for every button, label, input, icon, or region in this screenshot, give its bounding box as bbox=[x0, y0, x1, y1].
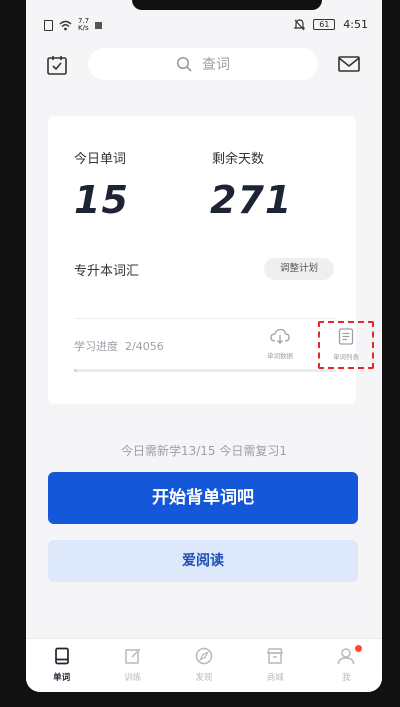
notification-icon bbox=[95, 21, 103, 29]
user-icon bbox=[338, 648, 355, 665]
mail-icon[interactable] bbox=[338, 55, 360, 73]
bottom-nav: 单词 训练 发现 商城 我 bbox=[26, 638, 382, 692]
book-icon bbox=[54, 647, 69, 665]
nav-item-discover[interactable]: 发现 bbox=[168, 639, 239, 692]
camera-notch bbox=[132, 0, 322, 10]
nav-label-shop: 商城 bbox=[266, 673, 284, 683]
shop-icon bbox=[267, 648, 284, 664]
cloud-download-icon bbox=[270, 328, 290, 344]
highlight-box bbox=[318, 321, 374, 369]
clock: 4:51 bbox=[343, 18, 368, 31]
adjust-plan-button[interactable]: 调整计划 bbox=[264, 258, 334, 280]
search-input[interactable]: 查词 bbox=[88, 48, 318, 80]
calendar-check-icon[interactable] bbox=[46, 54, 68, 76]
search-placeholder: 查词 bbox=[202, 57, 230, 73]
nav-item-shop[interactable]: 商城 bbox=[240, 639, 311, 692]
days-left-label: 剩余天数 bbox=[212, 152, 265, 167]
top-bar: 查词 bbox=[26, 46, 382, 82]
phone-frame: 7.7 K/s 61 4:51 查词 今日单词 15 剩余天数 271 专升本词… bbox=[0, 0, 400, 707]
nav-item-train[interactable]: 训练 bbox=[97, 639, 168, 692]
compass-icon bbox=[195, 647, 213, 665]
status-bar: 7.7 K/s 61 4:51 bbox=[26, 14, 382, 38]
word-data-button[interactable]: 单词数据 bbox=[260, 328, 300, 360]
nav-label-discover: 发现 bbox=[195, 673, 213, 683]
nav-item-words[interactable]: 单词 bbox=[26, 639, 97, 692]
progress-bar-fill bbox=[74, 369, 77, 372]
battery-indicator: 61 bbox=[313, 19, 336, 30]
today-words-label: 今日单词 bbox=[74, 152, 127, 167]
search-icon bbox=[176, 56, 192, 72]
days-left-value: 271 bbox=[210, 178, 293, 222]
notification-badge bbox=[354, 645, 362, 652]
today-summary: 今日需新学13/15 今日需复习1 bbox=[120, 444, 288, 458]
network-speed: 7.7 K/s bbox=[78, 17, 90, 32]
progress-bar bbox=[74, 369, 336, 372]
app-screen: 7.7 K/s 61 4:51 查词 今日单词 15 剩余天数 271 专升本词… bbox=[26, 0, 382, 692]
study-plan-card: 今日单词 15 剩余天数 271 专升本词汇 调整计划 学习进度 2/4056 … bbox=[48, 116, 374, 404]
wifi-icon bbox=[59, 20, 72, 30]
sim-card-icon bbox=[44, 19, 53, 31]
today-words-value: 15 bbox=[74, 178, 129, 222]
word-data-label: 单词数据 bbox=[267, 352, 293, 360]
love-reading-button[interactable]: 爱阅读 bbox=[48, 540, 358, 582]
progress-text: 学习进度 2/4056 bbox=[74, 340, 164, 353]
divider bbox=[74, 318, 336, 319]
edit-icon bbox=[125, 648, 141, 664]
nav-label-words: 单词 bbox=[53, 673, 71, 683]
nav-item-me[interactable]: 我 bbox=[311, 639, 382, 692]
start-memorize-button[interactable]: 开始背单词吧 bbox=[48, 472, 358, 524]
book-name: 专升本词汇 bbox=[74, 264, 140, 279]
mute-bell-icon bbox=[294, 18, 306, 30]
nav-label-me: 我 bbox=[342, 673, 351, 683]
nav-label-train: 训练 bbox=[124, 673, 142, 683]
